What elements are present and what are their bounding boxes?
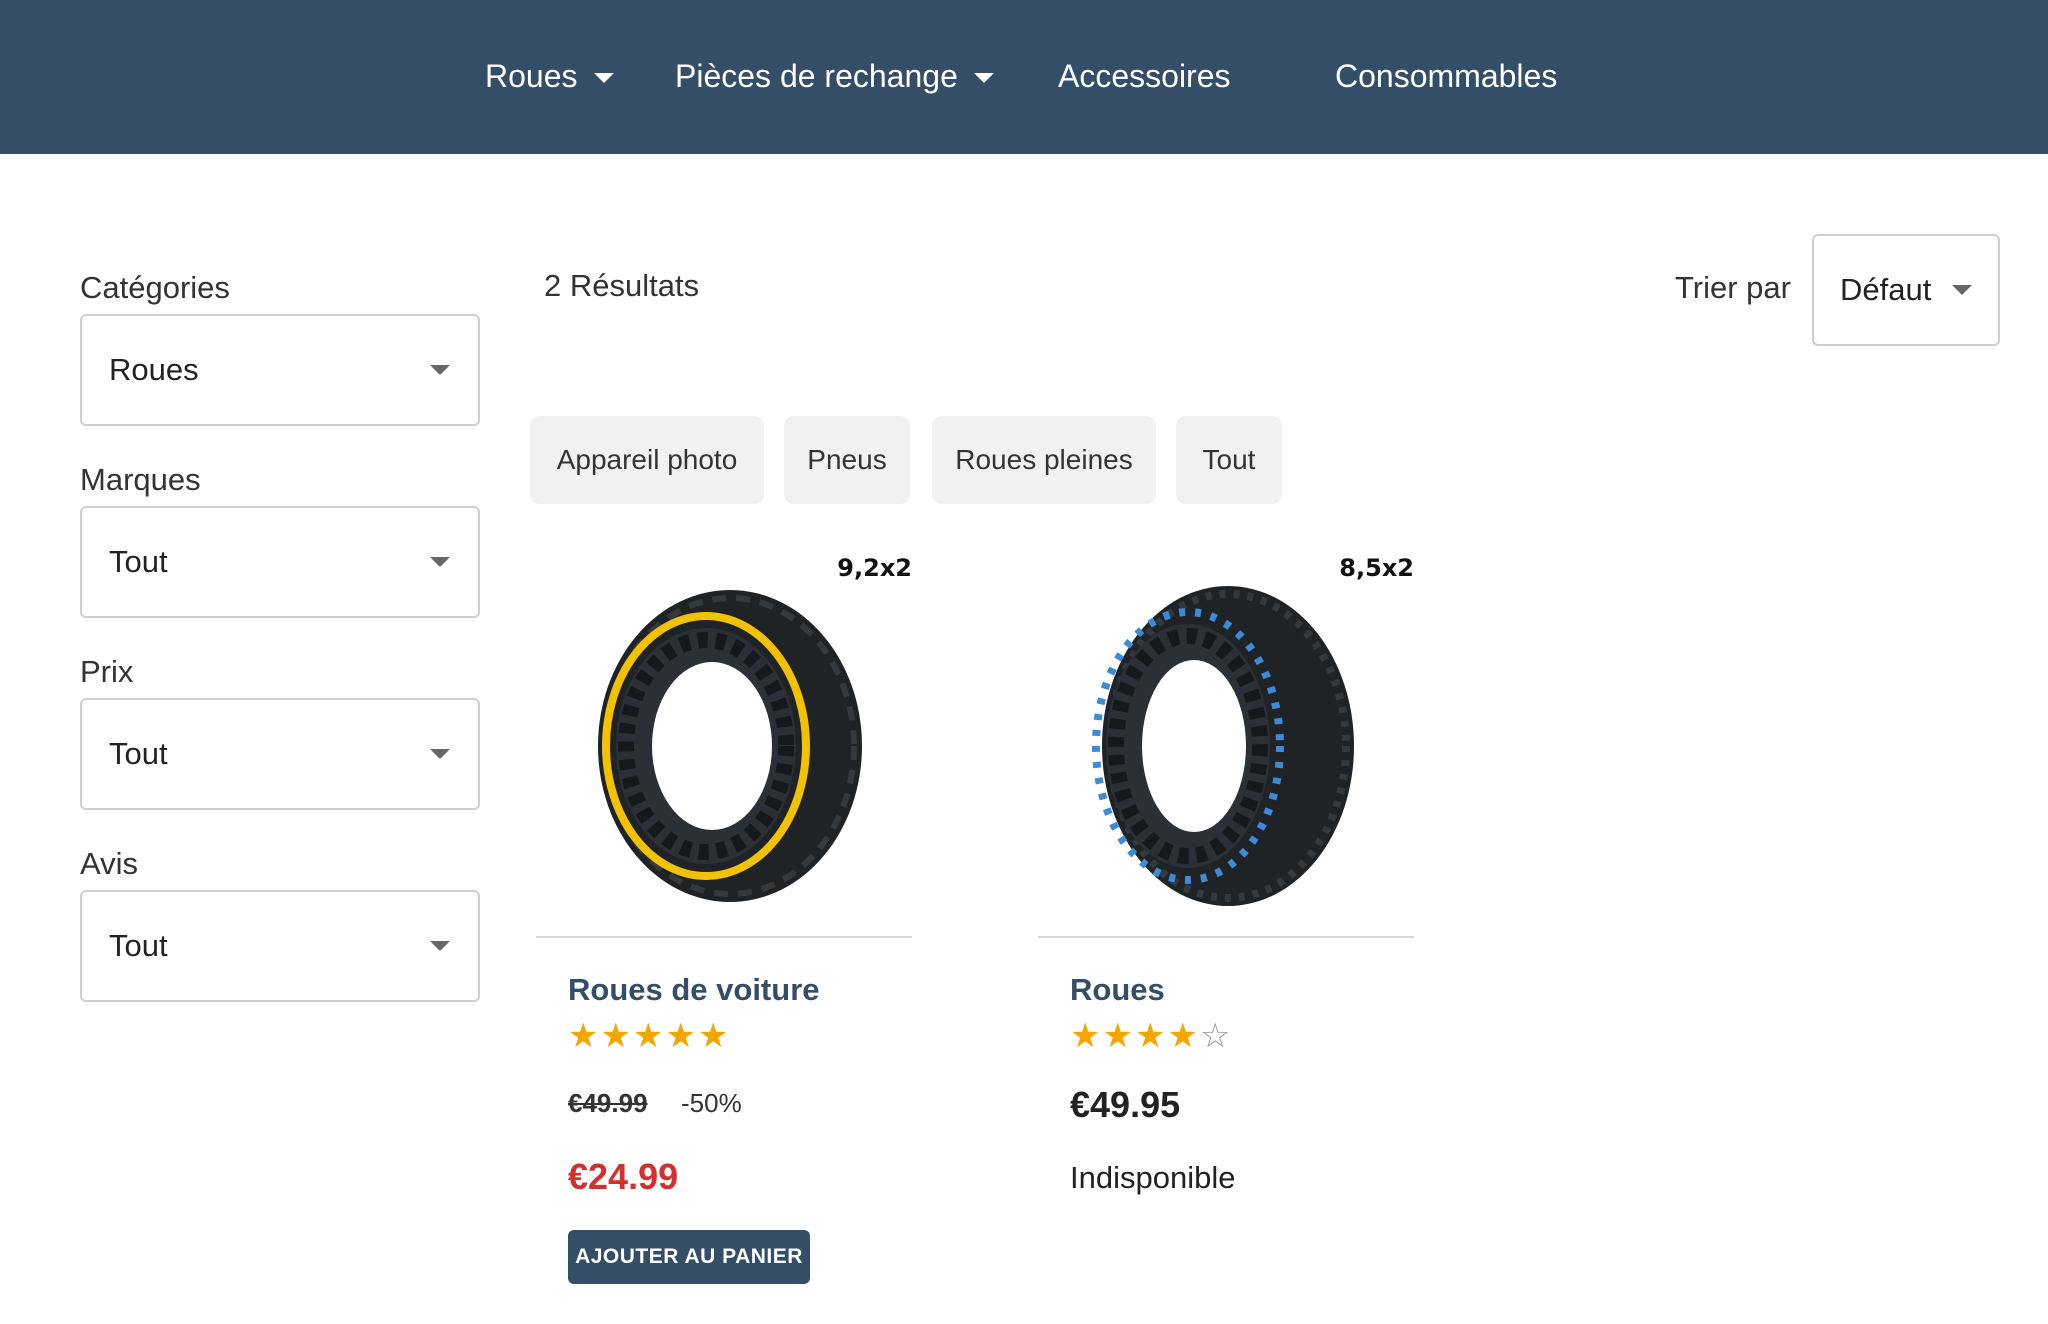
star-icon: ★ [1134, 1017, 1168, 1055]
chip-roues-pleines[interactable]: Roues pleines [932, 416, 1156, 504]
filter-label-brands: Marques [80, 462, 201, 497]
product-title[interactable]: Roues de voiture [568, 972, 820, 1008]
star-icon: ★ [697, 1017, 731, 1055]
price-selected-value: Tout [109, 736, 168, 771]
star-icon: ★ [665, 1017, 698, 1055]
card-divider [536, 936, 912, 938]
chevron-down-icon [430, 941, 450, 951]
size-label: 8,5x2 [1339, 554, 1414, 582]
chevron-down-icon [973, 73, 994, 83]
categories-select[interactable]: Roues [80, 314, 480, 426]
nav-item-label: Accessoires [1058, 57, 1231, 94]
star-icon: ★ [1102, 1017, 1135, 1055]
sale-price: €24.99 [568, 1156, 679, 1197]
filter-label-reviews: Avis [80, 846, 139, 881]
rating-stars: ★★★★☆ [1070, 1016, 1232, 1056]
star-icon: ★ [600, 1017, 633, 1055]
availability-status: Indisponible [1070, 1160, 1236, 1195]
tire-image [1092, 586, 1354, 906]
chip-pneus[interactable]: Pneus [784, 416, 910, 504]
size-label: 9,2x2 [837, 554, 912, 582]
tire-image [598, 590, 862, 902]
results-count: 2 Résultats [544, 268, 700, 303]
star-outline-icon: ☆ [1199, 1017, 1233, 1055]
chip-appareil-photo[interactable]: Appareil photo [530, 416, 764, 504]
original-price: €49.99 [568, 1088, 648, 1118]
nav-item-accessoires[interactable]: Accessoires [1058, 52, 1231, 100]
sort-selected-value: Défaut [1840, 272, 1932, 307]
filter-label-categories: Catégories [80, 270, 230, 305]
card-divider [1038, 936, 1414, 938]
product-image-roues-de-voiture[interactable]: 9,2x2 [536, 540, 912, 936]
product-image-roues[interactable]: 8,5x2 [1038, 540, 1414, 936]
reviews-select[interactable]: Tout [80, 890, 480, 1002]
star-icon: ★ [568, 1017, 601, 1055]
brands-select[interactable]: Tout [80, 506, 480, 618]
sort-label: Trier par [1675, 270, 1791, 305]
nav-item-pieces-de-rechange[interactable]: Pièces de rechange [675, 52, 994, 100]
nav-item-label: Consommables [1335, 57, 1558, 94]
product-title[interactable]: Roues [1070, 972, 1165, 1008]
categories-selected-value: Roues [109, 352, 199, 387]
top-navigation-bar: Roues Pièces de rechange Accessoires Con… [0, 0, 2048, 154]
chip-tout[interactable]: Tout [1176, 416, 1282, 504]
nav-item-roues[interactable]: Roues [485, 52, 614, 100]
nav-item-label: Roues [485, 57, 578, 94]
add-to-cart-button[interactable]: AJOUTER AU PANIER [568, 1230, 810, 1284]
reviews-selected-value: Tout [109, 928, 168, 963]
chevron-down-icon [430, 365, 450, 375]
nav-item-label: Pièces de rechange [675, 57, 958, 94]
chevron-down-icon [430, 749, 450, 759]
price: €49.95 [1070, 1084, 1181, 1125]
discount-badge: -50% [681, 1088, 742, 1118]
star-icon: ★ [1070, 1017, 1103, 1055]
price-select[interactable]: Tout [80, 698, 480, 810]
filter-label-price: Prix [80, 654, 134, 689]
nav-item-consommables[interactable]: Consommables [1335, 52, 1557, 100]
chevron-down-icon [430, 557, 450, 567]
star-icon: ★ [632, 1017, 666, 1055]
chevron-down-icon [593, 73, 614, 83]
brands-selected-value: Tout [109, 544, 168, 579]
chevron-down-icon [1952, 285, 1972, 295]
sort-select[interactable]: Défaut [1812, 234, 2000, 346]
star-icon: ★ [1167, 1017, 1200, 1055]
rating-stars: ★★★★★ [568, 1016, 730, 1056]
